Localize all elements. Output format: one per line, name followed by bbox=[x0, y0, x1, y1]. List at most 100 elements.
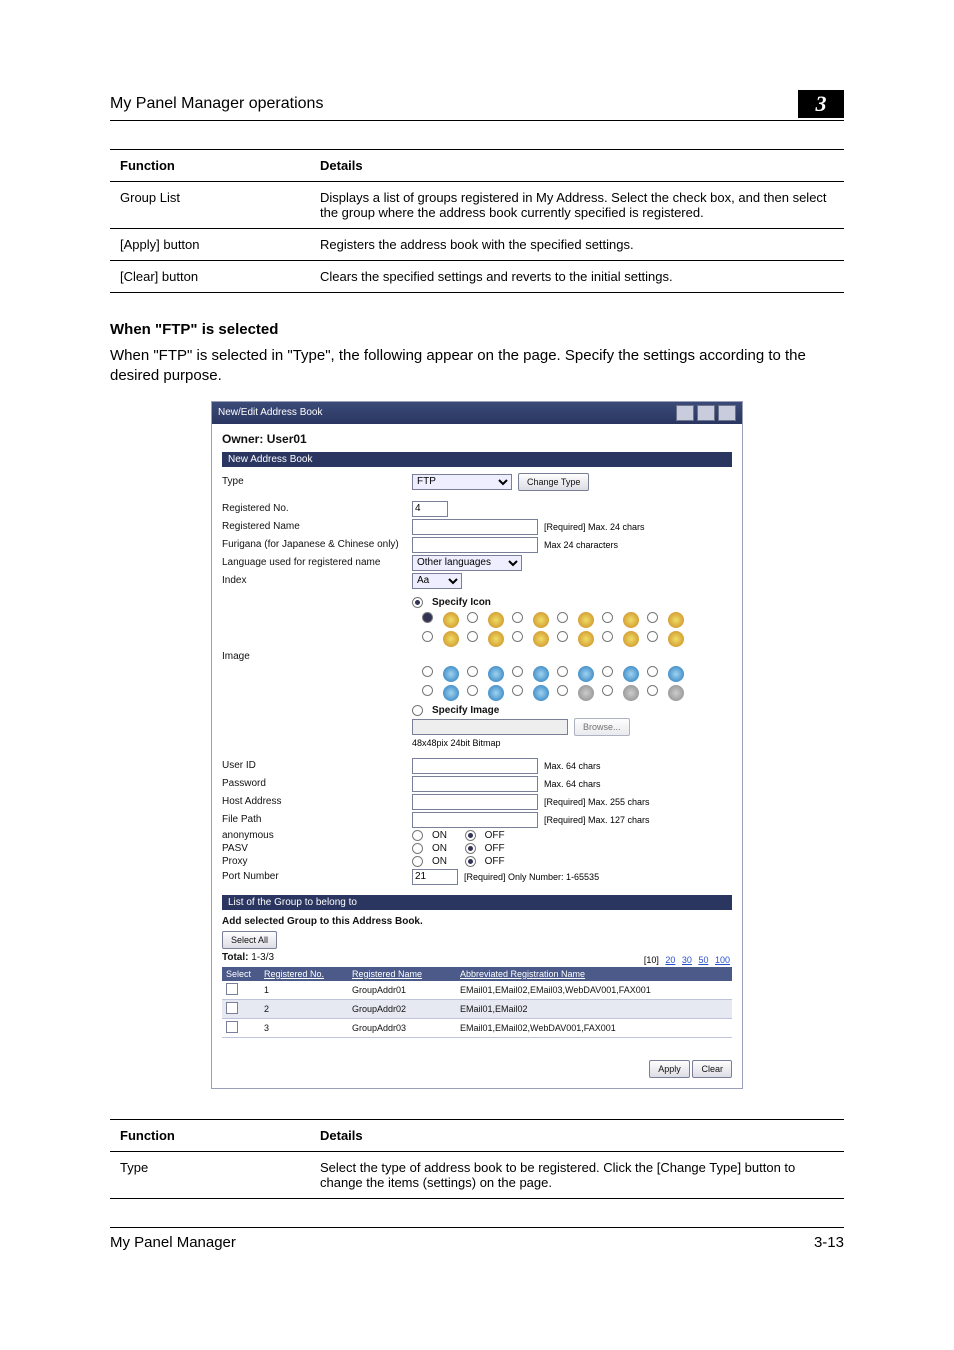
host-input[interactable] bbox=[412, 794, 538, 810]
filepath-input[interactable] bbox=[412, 812, 538, 828]
icon-radio[interactable] bbox=[467, 685, 478, 696]
th-regname[interactable]: Registered Name bbox=[348, 967, 456, 981]
row-checkbox[interactable] bbox=[226, 1002, 238, 1014]
icon-radio[interactable] bbox=[512, 612, 523, 623]
icon-radio[interactable] bbox=[647, 666, 658, 677]
export-icon[interactable] bbox=[676, 405, 694, 421]
row-checkbox[interactable] bbox=[226, 1021, 238, 1033]
specify-image-radio[interactable] bbox=[412, 705, 423, 716]
group-icon[interactable] bbox=[578, 666, 594, 682]
icon-radio[interactable] bbox=[422, 685, 433, 696]
specify-icon-radio[interactable] bbox=[412, 597, 423, 608]
table-row: 3 GroupAddr03 EMail01,EMail02,WebDAV001,… bbox=[222, 1018, 732, 1037]
person-icon[interactable] bbox=[443, 612, 459, 628]
person-icon[interactable] bbox=[623, 612, 639, 628]
group-icon[interactable] bbox=[443, 685, 459, 701]
icon-radio[interactable] bbox=[602, 685, 613, 696]
off-label: OFF bbox=[485, 856, 505, 867]
group-icon[interactable] bbox=[623, 666, 639, 682]
group-icon[interactable] bbox=[533, 666, 549, 682]
browse-button[interactable]: Browse... bbox=[574, 718, 630, 736]
person-icon[interactable] bbox=[488, 631, 504, 647]
icon-grid bbox=[422, 612, 702, 647]
person-icon[interactable] bbox=[533, 631, 549, 647]
person-icon[interactable] bbox=[578, 612, 594, 628]
help-icon[interactable] bbox=[718, 405, 736, 421]
group-icon[interactable] bbox=[443, 666, 459, 682]
person-icon[interactable] bbox=[668, 631, 684, 647]
language-select[interactable]: Other languages bbox=[412, 555, 522, 571]
change-type-button[interactable]: Change Type bbox=[518, 473, 589, 491]
dialog-footer: Apply Clear bbox=[212, 1052, 742, 1088]
icon-radio[interactable] bbox=[557, 612, 568, 623]
person-icon[interactable] bbox=[533, 612, 549, 628]
userid-input[interactable] bbox=[412, 758, 538, 774]
person-icon[interactable] bbox=[668, 612, 684, 628]
building-icon[interactable] bbox=[668, 685, 684, 701]
pager-20[interactable]: 20 bbox=[665, 955, 675, 965]
building-icon[interactable] bbox=[623, 685, 639, 701]
host-label: Host Address bbox=[222, 796, 412, 807]
icon-radio[interactable] bbox=[512, 666, 523, 677]
icon-radio[interactable] bbox=[467, 666, 478, 677]
icon-radio[interactable] bbox=[647, 685, 658, 696]
function-table-1: Function Details Group List Displays a l… bbox=[110, 149, 844, 293]
group-icon[interactable] bbox=[533, 685, 549, 701]
furigana-note: Max 24 characters bbox=[544, 540, 618, 550]
group-icon[interactable] bbox=[488, 666, 504, 682]
icon-radio[interactable] bbox=[512, 631, 523, 642]
on-label: ON bbox=[432, 843, 447, 854]
row-checkbox[interactable] bbox=[226, 983, 238, 995]
icon-radio[interactable] bbox=[467, 612, 478, 623]
th-details: Details bbox=[310, 150, 844, 182]
th-regno[interactable]: Registered No. bbox=[260, 967, 348, 981]
pasv-off-radio[interactable] bbox=[465, 843, 476, 854]
pager-30[interactable]: 30 bbox=[682, 955, 692, 965]
group-icon[interactable] bbox=[488, 685, 504, 701]
pager-10[interactable]: [10] bbox=[644, 955, 659, 965]
pasv-on-radio[interactable] bbox=[412, 843, 423, 854]
pager-50[interactable]: 50 bbox=[698, 955, 708, 965]
group-icon[interactable] bbox=[668, 666, 684, 682]
type-select[interactable]: FTP bbox=[412, 474, 512, 490]
port-input[interactable] bbox=[412, 869, 458, 885]
icon-radio[interactable] bbox=[602, 612, 613, 623]
person-icon[interactable] bbox=[443, 631, 459, 647]
pasv-label: PASV bbox=[222, 843, 412, 854]
apply-button[interactable]: Apply bbox=[649, 1060, 690, 1078]
icon-radio[interactable] bbox=[557, 666, 568, 677]
pager-100[interactable]: 100 bbox=[715, 955, 730, 965]
person-icon[interactable] bbox=[578, 631, 594, 647]
person-icon[interactable] bbox=[623, 631, 639, 647]
regno-input[interactable] bbox=[412, 501, 448, 517]
icon-radio[interactable] bbox=[557, 631, 568, 642]
th-abbr[interactable]: Abbreviated Registration Name bbox=[456, 967, 732, 981]
icon-radio[interactable] bbox=[647, 612, 658, 623]
dialog-title: New/Edit Address Book bbox=[218, 407, 323, 418]
icon-radio[interactable] bbox=[512, 685, 523, 696]
icon-radio[interactable] bbox=[647, 631, 658, 642]
furigana-input[interactable] bbox=[412, 537, 538, 553]
icon-radio[interactable] bbox=[422, 631, 433, 642]
icon-radio[interactable] bbox=[467, 631, 478, 642]
person-icon[interactable] bbox=[488, 612, 504, 628]
refresh-icon[interactable] bbox=[697, 405, 715, 421]
icon-radio[interactable] bbox=[602, 631, 613, 642]
icon-radio[interactable] bbox=[422, 612, 433, 623]
icon-radio[interactable] bbox=[422, 666, 433, 677]
password-input[interactable] bbox=[412, 776, 538, 792]
proxy-off-radio[interactable] bbox=[465, 856, 476, 867]
building-icon[interactable] bbox=[578, 685, 594, 701]
on-label: ON bbox=[432, 830, 447, 841]
subheader-new-address: New Address Book bbox=[222, 452, 732, 467]
select-all-button[interactable]: Select All bbox=[222, 931, 277, 949]
titlebar-icons bbox=[676, 405, 736, 421]
regname-input[interactable] bbox=[412, 519, 538, 535]
clear-button[interactable]: Clear bbox=[692, 1060, 732, 1078]
anonymous-on-radio[interactable] bbox=[412, 830, 423, 841]
icon-radio[interactable] bbox=[602, 666, 613, 677]
icon-radio[interactable] bbox=[557, 685, 568, 696]
proxy-on-radio[interactable] bbox=[412, 856, 423, 867]
anonymous-off-radio[interactable] bbox=[465, 830, 476, 841]
index-select[interactable]: Aa bbox=[412, 573, 462, 589]
